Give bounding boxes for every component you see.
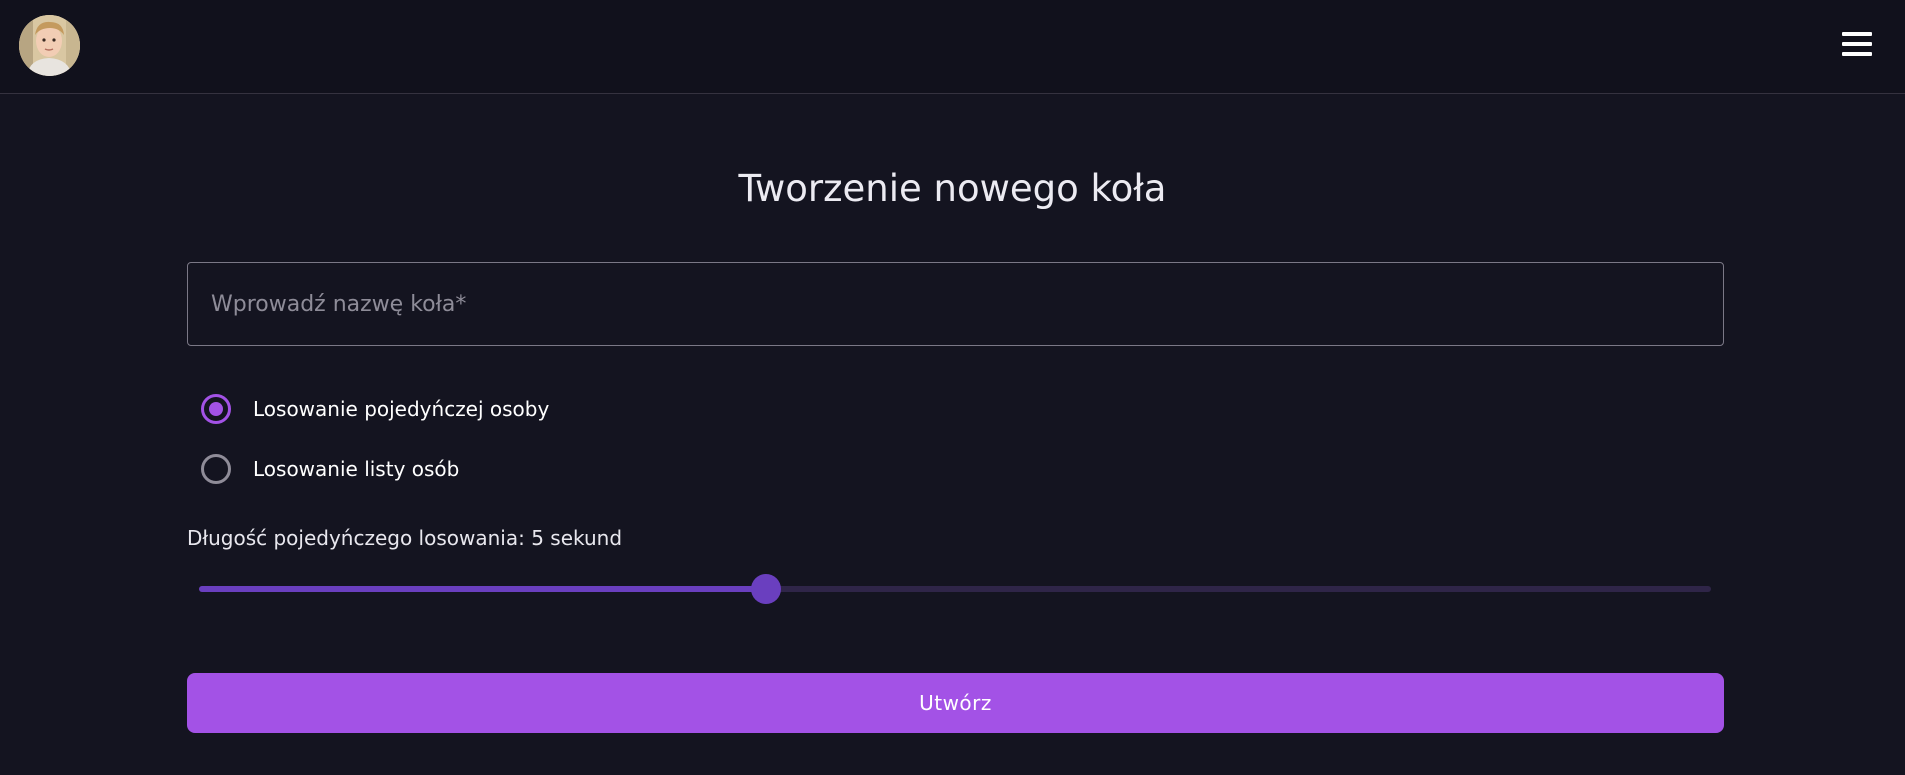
create-button[interactable]: Utwórz bbox=[187, 673, 1724, 733]
radio-label: Losowanie listy osób bbox=[253, 457, 460, 481]
menu-line bbox=[1842, 32, 1872, 36]
radio-button-unchecked[interactable] bbox=[201, 454, 231, 484]
radio-person-list[interactable]: Losowanie listy osób bbox=[201, 453, 459, 485]
top-bar bbox=[0, 0, 1905, 94]
slider-thumb[interactable] bbox=[751, 574, 781, 604]
slider-track bbox=[199, 586, 766, 592]
hamburger-menu-icon[interactable] bbox=[1840, 30, 1874, 58]
duration-label: Długość pojedyńczego losowania: 5 sekund bbox=[187, 526, 623, 550]
duration-slider[interactable] bbox=[199, 574, 1711, 604]
wheel-name-input[interactable] bbox=[187, 262, 1724, 346]
radio-label: Losowanie pojedyńczej osoby bbox=[253, 397, 550, 421]
menu-line bbox=[1842, 52, 1872, 56]
radio-single-person[interactable]: Losowanie pojedyńczej osoby bbox=[201, 393, 549, 425]
avatar-icon bbox=[19, 15, 80, 76]
user-avatar[interactable] bbox=[19, 15, 80, 76]
page-title: Tworzenie nowego koła bbox=[738, 167, 1167, 210]
menu-line bbox=[1842, 42, 1872, 46]
radio-button-checked[interactable] bbox=[201, 394, 231, 424]
